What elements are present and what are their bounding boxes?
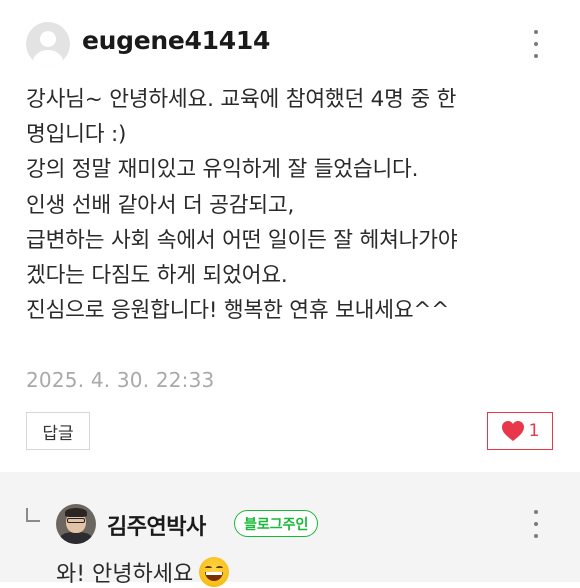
blog-owner-badge: 블로그주인 bbox=[234, 510, 319, 537]
comment-line: 강의 정말 재미있고 유익하게 잘 들었습니다. bbox=[26, 157, 419, 183]
comment-timestamp: 2025. 4. 30. 22:33 bbox=[26, 368, 215, 392]
like-button[interactable]: 1 bbox=[487, 412, 553, 450]
reply-text: 와! 안녕하세요 bbox=[56, 556, 230, 588]
comment-line: 강사님~ 안녕하세요. 교육에 참여했던 4명 중 한 bbox=[26, 87, 457, 112]
comment-card: eugene41414 강사님~ 안녕하세요. 교육에 참여했던 4명 중 한 … bbox=[0, 0, 580, 472]
heart-icon bbox=[501, 421, 524, 441]
comment-text: 강사님~ 안녕하세요. 교육에 참여했던 4명 중 한 명입니다 :) 강의 정… bbox=[26, 82, 556, 328]
reply-comment: 김주연박사 블로그주인 와! 안녕하세요 bbox=[0, 472, 580, 587]
reply-more-options-icon[interactable] bbox=[524, 508, 548, 540]
reply-text-content: 와! 안녕하세요 bbox=[56, 562, 194, 587]
more-options-icon[interactable] bbox=[524, 28, 548, 60]
comment-line: 진심으로 응원합니다! 행복한 연휴 보내세요^^ bbox=[26, 298, 450, 324]
user-avatar-icon[interactable] bbox=[26, 22, 70, 66]
grinning-face-icon bbox=[199, 557, 230, 587]
like-count: 1 bbox=[528, 421, 540, 441]
comment-line: 급변하는 사회 속에서 어떤 일이든 잘 헤쳐나가야 bbox=[26, 227, 458, 253]
reply-arrow-icon bbox=[26, 508, 40, 522]
reply-author-name[interactable]: 김주연박사 bbox=[107, 509, 206, 541]
reply-button[interactable]: 답글 bbox=[26, 412, 90, 450]
author-avatar[interactable] bbox=[56, 504, 96, 544]
comment-line: 겠다는 다짐도 하게 되었어요. bbox=[26, 263, 288, 289]
comment-username[interactable]: eugene41414 bbox=[82, 26, 270, 55]
comment-line: 명입니다 :) bbox=[26, 122, 127, 148]
comment-line: 인생 선배 같아서 더 공감되고, bbox=[26, 192, 295, 218]
